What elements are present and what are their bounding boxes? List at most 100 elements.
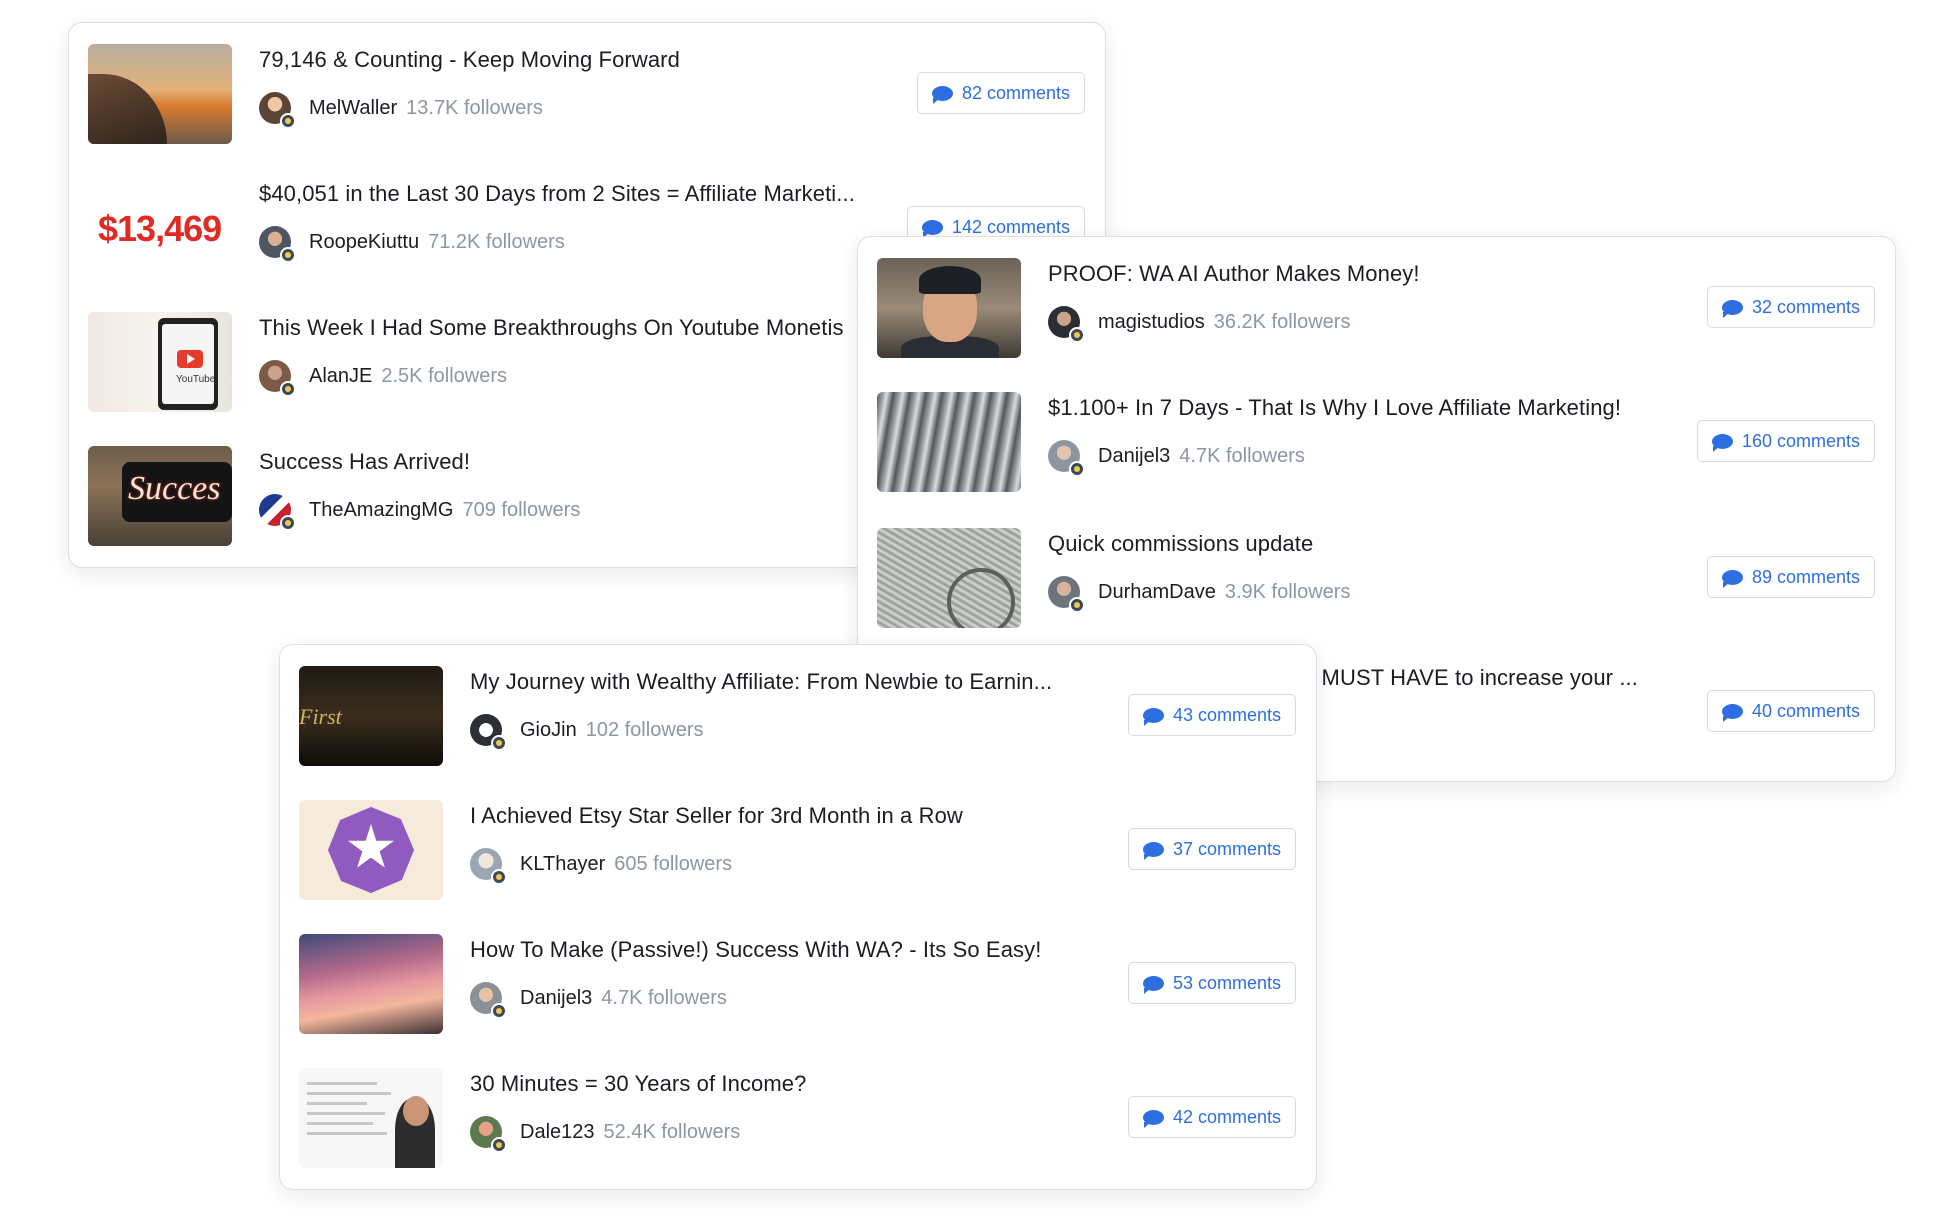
username[interactable]: magistudios — [1098, 311, 1205, 334]
member-badge-icon — [280, 381, 296, 397]
username[interactable]: KLThayer — [520, 853, 605, 876]
speech-bubble-icon — [1711, 433, 1733, 452]
post-author: AlanJE 2.5K followers — [259, 358, 507, 397]
member-badge-icon — [491, 1003, 507, 1019]
post-item[interactable]: Quick commissions update DurhamDave 3.9K… — [858, 507, 1895, 641]
username[interactable]: AlanJE — [309, 365, 372, 388]
member-badge-icon — [280, 113, 296, 129]
avatar[interactable] — [259, 92, 296, 129]
post-item[interactable]: How To Make (Passive!) Success With WA? … — [280, 913, 1316, 1047]
speech-bubble-icon — [1142, 707, 1164, 726]
speech-bubble-icon — [1721, 569, 1743, 588]
comments-count: 40 comments — [1751, 700, 1860, 721]
username[interactable]: Danijel3 — [1098, 445, 1170, 468]
avatar[interactable] — [1048, 306, 1085, 343]
post-title[interactable]: 30 Minutes = 30 Years of Income? — [470, 1071, 1110, 1097]
text-line — [307, 1082, 377, 1085]
comments-count: 89 comments — [1751, 566, 1860, 587]
avatar[interactable] — [1048, 440, 1085, 477]
username[interactable]: Danijel3 — [520, 987, 592, 1010]
avatar[interactable] — [470, 714, 507, 751]
avatar[interactable] — [259, 360, 296, 397]
comments-count: 42 comments — [1172, 1106, 1281, 1127]
username[interactable]: RoopeKiuttu — [309, 231, 419, 254]
follower-count: 102 followers — [585, 718, 704, 741]
username[interactable]: GioJin — [520, 719, 577, 742]
post-thumbnail[interactable] — [299, 934, 443, 1034]
post-thumbnail[interactable] — [877, 392, 1021, 492]
username[interactable]: Dale123 — [520, 1121, 595, 1144]
post-title[interactable]: Quick commissions update — [1048, 531, 1688, 557]
post-title[interactable]: 79,146 & Counting - Keep Moving Forward — [259, 47, 899, 73]
comments-button[interactable]: 42 comments — [1127, 1096, 1296, 1138]
follower-count: 709 followers — [462, 498, 581, 521]
post-title[interactable]: How To Make (Passive!) Success With WA? … — [470, 937, 1110, 963]
post-author: DurhamDave 3.9K followers — [1048, 574, 1350, 613]
post-title[interactable]: I Achieved Etsy Star Seller for 3rd Mont… — [470, 803, 1110, 829]
post-title[interactable]: $1.100+ In 7 Days - That Is Why I Love A… — [1048, 395, 1668, 421]
speech-bubble-icon — [1142, 1109, 1164, 1128]
post-title[interactable]: This Week I Had Some Breakthroughs On Yo… — [259, 315, 899, 341]
username[interactable]: DurhamDave — [1098, 581, 1216, 604]
comments-button[interactable]: 160 comments — [1696, 420, 1875, 462]
avatar[interactable] — [259, 226, 296, 263]
post-thumbnail[interactable] — [88, 44, 232, 144]
post-item[interactable]: PROOF: WA AI Author Makes Money! magistu… — [858, 237, 1895, 371]
comments-count: 53 comments — [1172, 972, 1281, 993]
avatar[interactable] — [470, 1116, 507, 1153]
text-line — [307, 1132, 387, 1135]
post-item[interactable]: 79,146 & Counting - Keep Moving Forward … — [69, 23, 1105, 157]
thumbnail-text: First — [299, 704, 342, 729]
post-title[interactable]: My Journey with Wealthy Affiliate: From … — [470, 669, 1100, 695]
comments-button[interactable]: 53 comments — [1127, 962, 1296, 1004]
speech-bubble-icon — [931, 85, 953, 104]
post-author: TheAmazingMG 709 followers — [259, 492, 581, 531]
post-thumbnail[interactable]: $13,469 — [88, 178, 232, 278]
speech-bubble-icon — [1721, 299, 1743, 318]
post-author: MelWaller 13.7K followers — [259, 90, 543, 129]
member-badge-icon — [1069, 327, 1085, 343]
post-author: Danijel3 4.7K followers — [470, 980, 727, 1019]
post-thumbnail[interactable] — [299, 1068, 443, 1168]
comments-button[interactable]: 82 comments — [916, 72, 1085, 114]
member-badge-icon — [1069, 597, 1085, 613]
avatar[interactable] — [470, 982, 507, 1019]
post-thumbnail[interactable]: First — [299, 666, 443, 766]
follower-count: 36.2K followers — [1213, 310, 1351, 333]
post-title[interactable]: $40,051 in the Last 30 Days from 2 Sites… — [259, 181, 879, 207]
post-thumbnail[interactable]: Succes — [88, 446, 232, 546]
post-item[interactable]: First My Journey with Wealthy Affiliate:… — [280, 645, 1316, 779]
post-author: KLThayer 605 followers — [470, 846, 732, 885]
comments-count: 32 comments — [1751, 296, 1860, 317]
username[interactable]: TheAmazingMG — [309, 499, 454, 522]
post-thumbnail[interactable] — [299, 800, 443, 900]
comments-button[interactable]: 43 comments — [1127, 694, 1296, 736]
comments-button[interactable]: 40 comments — [1706, 690, 1875, 732]
post-thumbnail[interactable] — [877, 528, 1021, 628]
comments-button[interactable]: 89 comments — [1706, 556, 1875, 598]
post-title[interactable]: a MUST HAVE to increase your ... — [1303, 665, 1683, 691]
post-title[interactable]: PROOF: WA AI Author Makes Money! — [1048, 261, 1688, 287]
comments-button[interactable]: 37 comments — [1127, 828, 1296, 870]
post-item[interactable]: $1.100+ In 7 Days - That Is Why I Love A… — [858, 371, 1895, 505]
text-line — [307, 1092, 391, 1095]
member-badge-icon — [491, 1137, 507, 1153]
member-badge-icon — [280, 515, 296, 531]
post-title[interactable]: Success Has Arrived! — [259, 449, 899, 475]
post-thumbnail[interactable]: YouTube — [88, 312, 232, 412]
comments-button[interactable]: 32 comments — [1706, 286, 1875, 328]
username[interactable]: MelWaller — [309, 97, 397, 120]
speech-bubble-icon — [921, 219, 943, 238]
speech-bubble-icon — [1142, 841, 1164, 860]
follower-count: 71.2K followers — [428, 230, 565, 253]
post-thumbnail[interactable] — [877, 258, 1021, 358]
person-shape — [403, 1096, 429, 1126]
member-badge-icon — [280, 247, 296, 263]
post-item[interactable]: 30 Minutes = 30 Years of Income? Dale123… — [280, 1047, 1316, 1181]
avatar[interactable] — [1048, 576, 1085, 613]
thumbnail-text: Succes — [128, 470, 221, 507]
post-item[interactable]: I Achieved Etsy Star Seller for 3rd Mont… — [280, 779, 1316, 913]
avatar[interactable] — [259, 494, 296, 531]
avatar[interactable] — [470, 848, 507, 885]
comments-count: 37 comments — [1172, 838, 1281, 859]
